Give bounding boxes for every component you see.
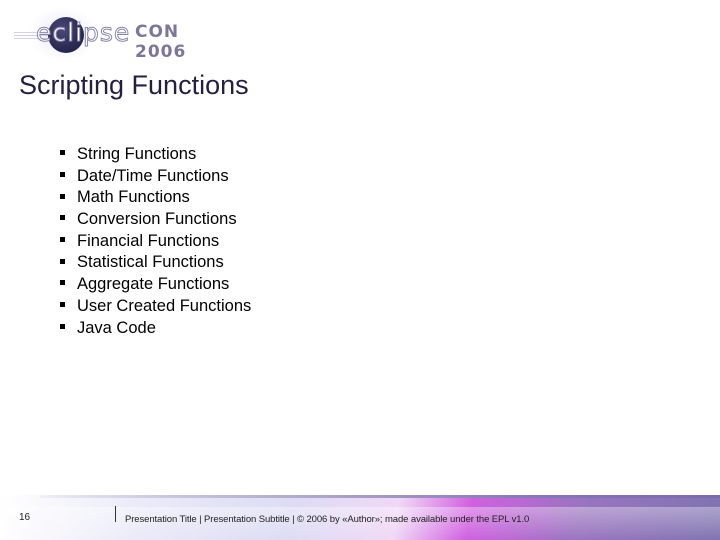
list-item: Math Functions — [60, 187, 251, 209]
bullet-square-icon — [60, 215, 65, 221]
list-item: Statistical Functions — [60, 252, 251, 274]
bullet-text: Conversion Functions — [77, 210, 237, 229]
footer-divider — [115, 506, 116, 522]
list-item: User Created Functions — [60, 296, 251, 318]
list-item: Date/Time Functions — [60, 166, 251, 188]
bullet-text: Financial Functions — [77, 231, 220, 250]
bullet-square-icon — [60, 193, 65, 199]
list-item: Java Code — [60, 318, 251, 340]
bullet-square-icon — [60, 171, 65, 177]
page-number: 16 — [19, 512, 31, 523]
eclipsecon-logo: eclipse CON 2006 — [14, 6, 224, 62]
footer-text: Presentation Title | Presentation Subtit… — [125, 514, 530, 525]
logo-con-text: CON 2006 — [135, 22, 187, 62]
list-item: Aggregate Functions — [60, 274, 251, 296]
bullet-list: String Functions Date/Time Functions Mat… — [60, 144, 251, 339]
logo-eclipse-text: eclipse — [35, 18, 131, 48]
bullet-text: Java Code — [77, 318, 156, 337]
bullet-text: Aggregate Functions — [77, 275, 230, 294]
list-item: String Functions — [60, 144, 251, 166]
bullet-square-icon — [60, 323, 65, 329]
slide-title: Scripting Functions — [19, 70, 249, 100]
bullet-square-icon — [60, 236, 65, 242]
bullet-square-icon — [60, 301, 65, 307]
bullet-text: Statistical Functions — [77, 253, 224, 272]
bullet-text: Math Functions — [77, 188, 190, 207]
list-item: Financial Functions — [60, 231, 251, 253]
bullet-text: Date/Time Functions — [77, 166, 229, 185]
bullet-text: User Created Functions — [77, 296, 252, 315]
bullet-square-icon — [60, 150, 65, 156]
bullet-text: String Functions — [77, 145, 197, 163]
bullet-square-icon — [60, 280, 65, 286]
list-item: Conversion Functions — [60, 209, 251, 231]
bullet-square-icon — [60, 258, 65, 264]
